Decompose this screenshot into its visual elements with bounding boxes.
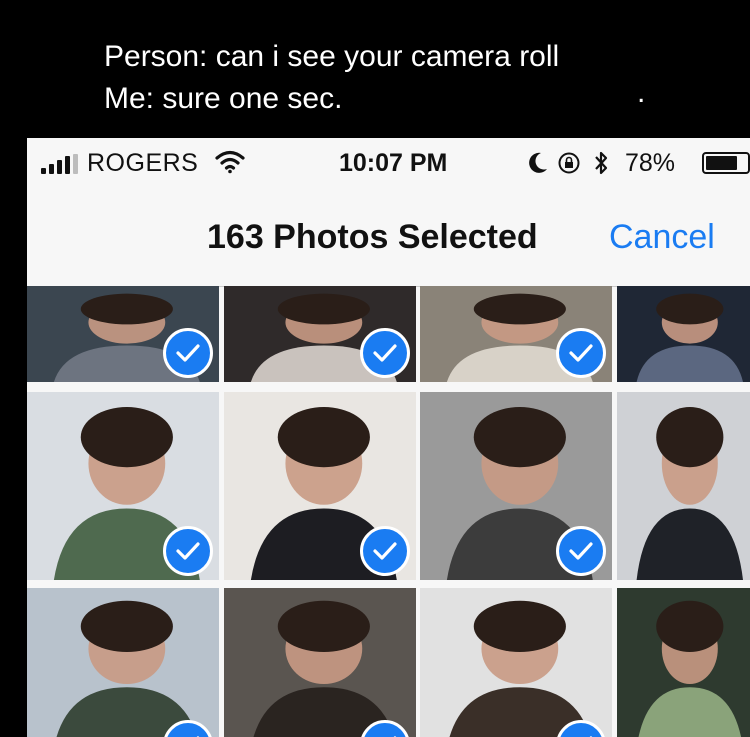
selected-checkmark-icon [556,328,606,378]
photo-thumbnail[interactable] [27,392,219,580]
meme-image: Person: can i see your camera roll Me: s… [0,0,750,737]
photo-grid [27,286,750,737]
moon-icon [529,152,547,173]
status-time: 10:07 PM [339,149,448,177]
photo-thumbnail[interactable] [420,392,612,580]
signal-icon [41,154,78,174]
photo-thumbnail[interactable] [224,286,416,382]
photo-thumbnail[interactable] [420,588,612,737]
rotation-lock-icon [558,152,580,174]
photo-thumbnail[interactable] [27,286,219,382]
photo-image [420,588,612,737]
photo-image [617,588,750,737]
photo-image [224,588,416,737]
caption-line-me: Me: sure one sec. [104,82,343,115]
battery-level [706,156,737,170]
status-bar: ROGERS 10:07 PM 78% [27,138,750,190]
selection-count-title: 163 Photos Selected [207,218,538,256]
photo-thumbnail[interactable] [617,588,750,737]
photo-thumbnail[interactable] [617,392,750,580]
selected-checkmark-icon [163,526,213,576]
carrier-name: ROGERS [87,149,199,177]
bluetooth-icon [595,151,608,175]
photo-image [617,392,750,580]
caption-line-person: Person: can i see your camera roll [104,40,560,73]
photo-thumbnail[interactable] [224,392,416,580]
photo-thumbnail[interactable] [224,588,416,737]
caption-dot: . [637,76,646,109]
selection-header: 163 Photos Selected Cancel [27,190,750,287]
meme-caption: Person: can i see your camera roll Me: s… [104,36,559,120]
wifi-icon [215,150,245,174]
battery-percent: 78% [625,149,676,177]
photo-thumbnail[interactable] [617,286,750,382]
phone-screenshot: ROGERS 10:07 PM 78% 163 Photos Selected … [27,138,750,737]
photo-thumbnail[interactable] [27,588,219,737]
photo-image [27,588,219,737]
selected-checkmark-icon [360,328,410,378]
photo-thumbnail[interactable] [420,286,612,382]
selected-checkmark-icon [360,526,410,576]
selected-checkmark-icon [163,328,213,378]
selected-checkmark-icon [556,526,606,576]
battery-icon [702,152,750,174]
cancel-button[interactable]: Cancel [609,218,715,257]
photo-image [617,286,750,382]
